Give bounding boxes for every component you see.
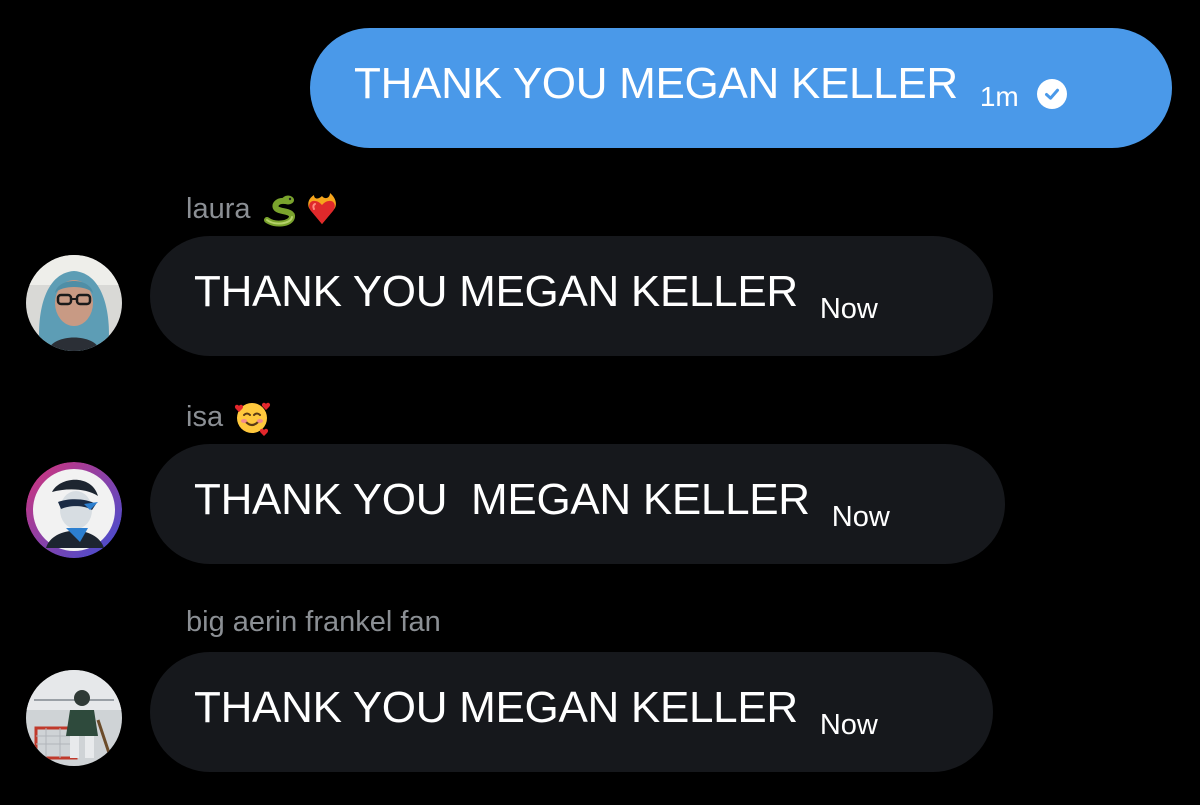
sender-name-row: big aerin frankel fan (186, 606, 441, 639)
conversation-view: THANK YOU MEGAN KELLER 1m laura THANK YO… (0, 0, 1200, 805)
incoming-message-text: THANK YOU MEGAN KELLER (194, 475, 810, 524)
avatar[interactable] (26, 670, 122, 766)
avatar[interactable] (26, 255, 122, 351)
heart-on-fire-emoji (303, 190, 341, 228)
incoming-message-bubble[interactable]: THANK YOU MEGAN KELLER Now (150, 236, 993, 356)
snake-emoji (261, 190, 299, 228)
incoming-message-time: Now (819, 708, 878, 741)
avatar-hockey-goalie-icon (26, 670, 122, 766)
outgoing-message-bubble[interactable]: THANK YOU MEGAN KELLER 1m (310, 28, 1172, 148)
sender-name-row: isa (186, 398, 271, 436)
avatar-comic-character-icon (26, 462, 122, 558)
sender-name: laura (186, 192, 251, 225)
incoming-message-bubble[interactable]: THANK YOU MEGAN KELLER Now (150, 444, 1005, 564)
outgoing-message-text: THANK YOU MEGAN KELLER (354, 59, 958, 108)
smiling-face-with-hearts-emoji (233, 398, 271, 436)
incoming-message-text: THANK YOU MEGAN KELLER (194, 267, 798, 316)
incoming-message-bubble[interactable]: THANK YOU MEGAN KELLER Now (150, 652, 993, 772)
incoming-message-time: Now (819, 292, 878, 325)
check-circle-icon (1036, 79, 1067, 109)
avatar[interactable] (26, 462, 122, 558)
sender-name: isa (186, 400, 224, 433)
sender-name: big aerin frankel fan (186, 606, 441, 638)
avatar-blue-hair-glasses-icon (26, 255, 122, 351)
incoming-message-time: Now (831, 500, 890, 533)
outgoing-message-time: 1m (979, 81, 1019, 112)
incoming-message-text: THANK YOU MEGAN KELLER (194, 683, 798, 732)
sender-name-row: laura (186, 190, 341, 228)
